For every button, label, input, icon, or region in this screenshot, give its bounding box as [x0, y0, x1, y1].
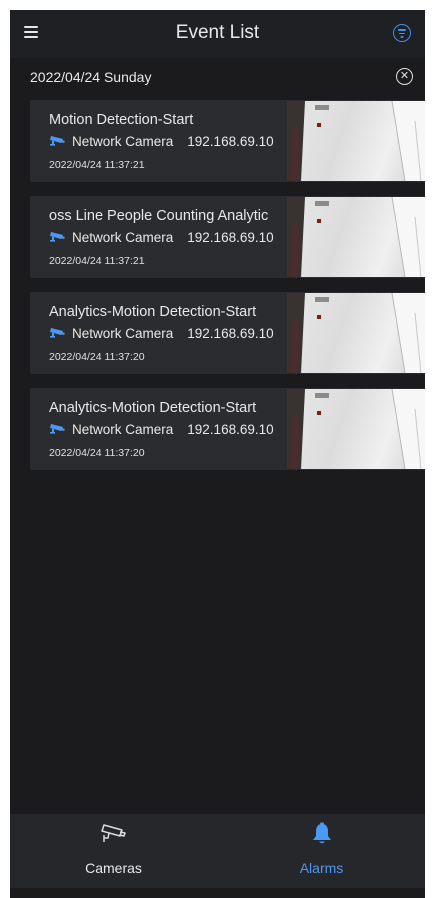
bell-icon — [311, 822, 333, 851]
event-timestamp: 2022/04/24 11:37:21 — [49, 255, 145, 267]
event-camera-ip: 192.168.69.10 — [187, 229, 274, 245]
camera-icon — [49, 325, 66, 341]
event-list: Motion Detection-Start Network Camera 192.… — [30, 100, 425, 484]
event-card[interactable]: Motion Detection-Start Network Camera 192.… — [30, 100, 425, 182]
event-snapshot-thumbnail[interactable] — [287, 293, 425, 373]
event-camera-row: Network Camera 192.168.69.10 — [49, 325, 287, 341]
camera-icon — [49, 133, 66, 149]
event-info: Analytics-Motion Detection-Start Network … — [49, 292, 287, 363]
event-camera-ip: 192.168.69.10 — [187, 133, 274, 149]
event-camera-row: Network Camera 192.168.69.10 — [49, 421, 287, 437]
event-card[interactable]: Analytics-Motion Detection-Start Network … — [30, 292, 425, 374]
tab-cameras[interactable]: Cameras — [10, 814, 217, 888]
event-camera-name: Network Camera — [72, 421, 174, 437]
camera-icon — [49, 421, 66, 437]
event-info: oss Line People Counting Analytic Network… — [49, 196, 287, 267]
date-group-label: 2022/04/24 Sunday — [30, 69, 152, 85]
tab-alarms-label: Alarms — [299, 860, 344, 876]
event-title: Motion Detection-Start — [49, 112, 194, 128]
event-camera-row: Network Camera 192.168.69.10 — [49, 229, 287, 245]
event-camera-row: Network Camera 192.168.69.10 — [49, 133, 287, 149]
event-title: oss Line People Counting Analytic — [49, 208, 269, 224]
event-card[interactable]: oss Line People Counting Analytic Network… — [30, 196, 425, 278]
event-camera-name: Network Camera — [72, 229, 174, 245]
date-group-header: 2022/04/24 Sunday ✕ — [10, 58, 425, 98]
tab-cameras-label: Cameras — [85, 860, 142, 876]
tab-alarms[interactable]: Alarms — [218, 814, 425, 888]
camera-icon — [49, 229, 66, 245]
event-timestamp: 2022/04/24 11:37:20 — [49, 447, 145, 459]
close-circle-icon[interactable]: ✕ — [396, 68, 413, 85]
event-snapshot-thumbnail[interactable] — [287, 101, 425, 181]
filter-icon[interactable] — [393, 24, 411, 42]
event-snapshot-thumbnail[interactable] — [287, 389, 425, 469]
event-camera-name: Network Camera — [72, 325, 174, 341]
event-info: Analytics-Motion Detection-Start Network … — [49, 388, 287, 459]
event-card[interactable]: Analytics-Motion Detection-Start Network … — [30, 388, 425, 470]
event-title: Analytics-Motion Detection-Start — [49, 304, 257, 320]
event-camera-name: Network Camera — [72, 133, 174, 149]
event-timestamp: 2022/04/24 11:37:21 — [49, 159, 145, 171]
cctv-icon — [100, 822, 127, 851]
top-bar: Event List — [10, 10, 425, 58]
event-snapshot-thumbnail[interactable] — [287, 197, 425, 277]
event-info: Motion Detection-Start Network Camera 192.… — [49, 100, 287, 171]
event-camera-ip: 192.168.69.10 — [187, 325, 274, 341]
bottom-tab-bar: Cameras Alarms — [10, 814, 425, 888]
page-title: Event List — [175, 22, 260, 43]
event-timestamp: 2022/04/24 11:37:20 — [49, 351, 145, 363]
event-title: Analytics-Motion Detection-Start — [49, 400, 257, 416]
app-screen: Event List 2022/04/24 Sunday ✕ Motion De… — [10, 10, 425, 898]
event-camera-ip: 192.168.69.10 — [187, 421, 274, 437]
